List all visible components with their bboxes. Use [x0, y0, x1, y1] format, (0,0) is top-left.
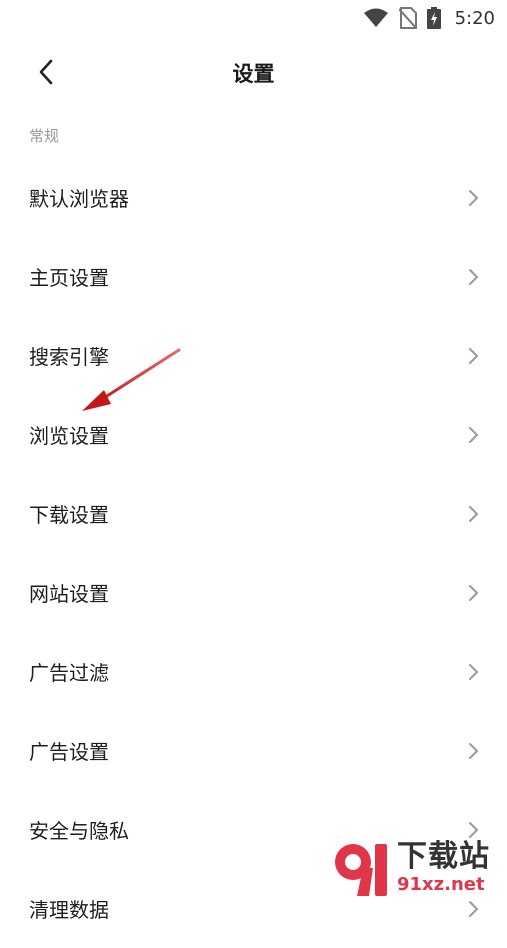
menu-item-default-browser[interactable]: 默认浏览器 [0, 158, 507, 237]
menu-item-label: 主页设置 [29, 266, 109, 290]
menu-item-label: 广告设置 [29, 740, 109, 764]
status-time: 5:20 [454, 7, 495, 29]
menu-item-label: 默认浏览器 [29, 187, 129, 211]
menu-item-label: 搜索引擎 [29, 345, 109, 369]
chevron-right-icon [467, 662, 479, 682]
watermark: 下载站 91xz.net [331, 837, 503, 899]
menu-item-label: 清理数据 [29, 898, 109, 922]
menu-item-download-settings[interactable]: 下载设置 [0, 474, 507, 553]
status-bar: 5:20 [0, 0, 507, 36]
chevron-right-icon [467, 583, 479, 603]
no-sim-icon [398, 7, 417, 29]
watermark-url: 91xz.net [397, 874, 485, 895]
menu-item-ad-filter[interactable]: 广告过滤 [0, 632, 507, 711]
section-label: 常规 [29, 127, 60, 145]
chevron-right-icon [467, 188, 479, 208]
menu-item-label: 广告过滤 [29, 661, 109, 685]
menu-item-label: 网站设置 [29, 582, 109, 606]
chevron-right-icon [467, 425, 479, 445]
page-title: 设置 [232, 62, 275, 86]
menu-item-site-settings[interactable]: 网站设置 [0, 553, 507, 632]
menu-item-ad-settings[interactable]: 广告设置 [0, 711, 507, 790]
menu-item-label: 浏览设置 [29, 424, 109, 448]
battery-charging-icon [426, 7, 441, 29]
menu-item-homepage-settings[interactable]: 主页设置 [0, 237, 507, 316]
settings-menu-list: 默认浏览器 主页设置 搜索引擎 浏览设置 下载设置 网站设置 广告过滤 广告设置… [0, 158, 507, 948]
chevron-right-icon [467, 346, 479, 366]
chevron-right-icon [467, 504, 479, 524]
chevron-right-icon [467, 267, 479, 287]
watermark-logo-icon [331, 838, 395, 898]
wifi-icon [363, 8, 389, 28]
menu-item-label: 安全与隐私 [29, 819, 129, 843]
menu-item-search-engine[interactable]: 搜索引擎 [0, 316, 507, 395]
menu-item-browsing-settings[interactable]: 浏览设置 [0, 395, 507, 474]
header: 设置 [0, 50, 507, 96]
chevron-right-icon [467, 899, 479, 919]
watermark-text: 下载站 [397, 839, 490, 874]
chevron-right-icon [467, 741, 479, 761]
menu-item-label: 下载设置 [29, 503, 109, 527]
